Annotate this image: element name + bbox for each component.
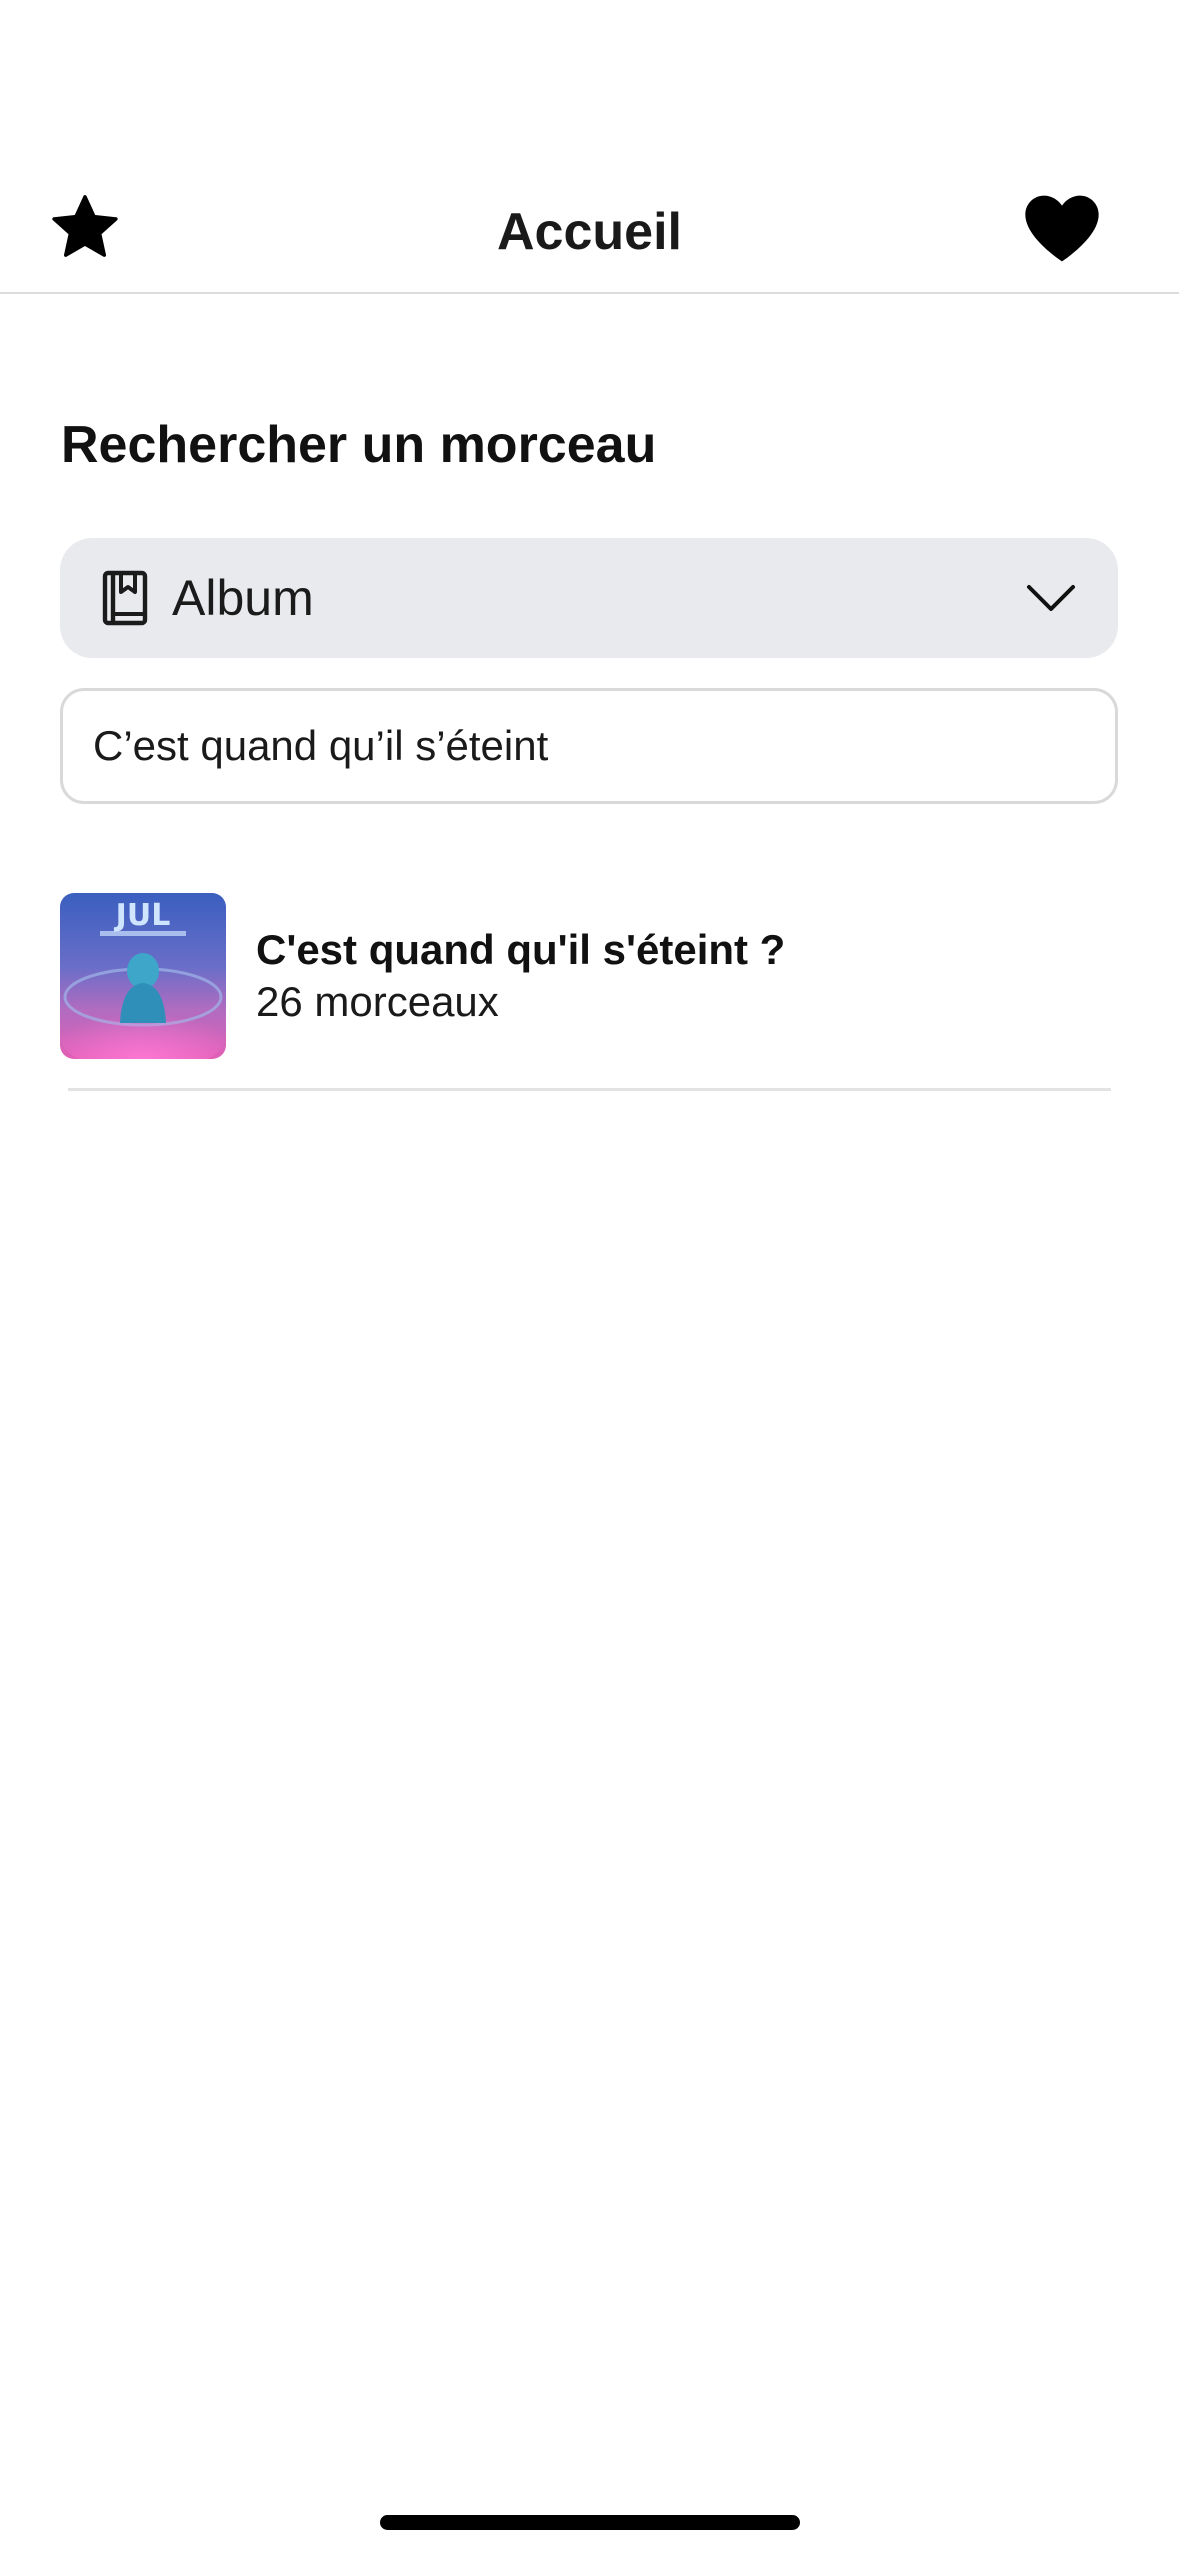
result-title: C'est quand qu'il s'éteint ? xyxy=(256,926,786,973)
list-divider xyxy=(68,1088,1111,1091)
result-list-item[interactable]: JUL C'est quand qu'il s'éteint ? 26 morc… xyxy=(60,893,1110,1059)
search-input[interactable] xyxy=(60,688,1118,804)
top-navigation-bar: Accueil xyxy=(0,150,1179,294)
search-type-dropdown[interactable]: Album xyxy=(60,538,1118,658)
result-text-group: C'est quand qu'il s'éteint ? 26 morceaux xyxy=(256,924,785,1028)
liked-button[interactable] xyxy=(1020,190,1104,270)
home-indicator[interactable] xyxy=(380,2515,800,2530)
heart-icon xyxy=(1022,193,1102,268)
album-cover-text: JUL xyxy=(114,898,171,933)
album-cover-image: JUL xyxy=(60,893,226,1059)
page-title: Accueil xyxy=(497,203,682,261)
search-type-selected: Album xyxy=(172,570,314,626)
chevron-down-icon xyxy=(1026,578,1076,618)
section-title: Rechercher un morceau xyxy=(61,416,657,474)
book-icon xyxy=(100,570,150,626)
result-track-count: 26 morceaux xyxy=(256,978,499,1025)
